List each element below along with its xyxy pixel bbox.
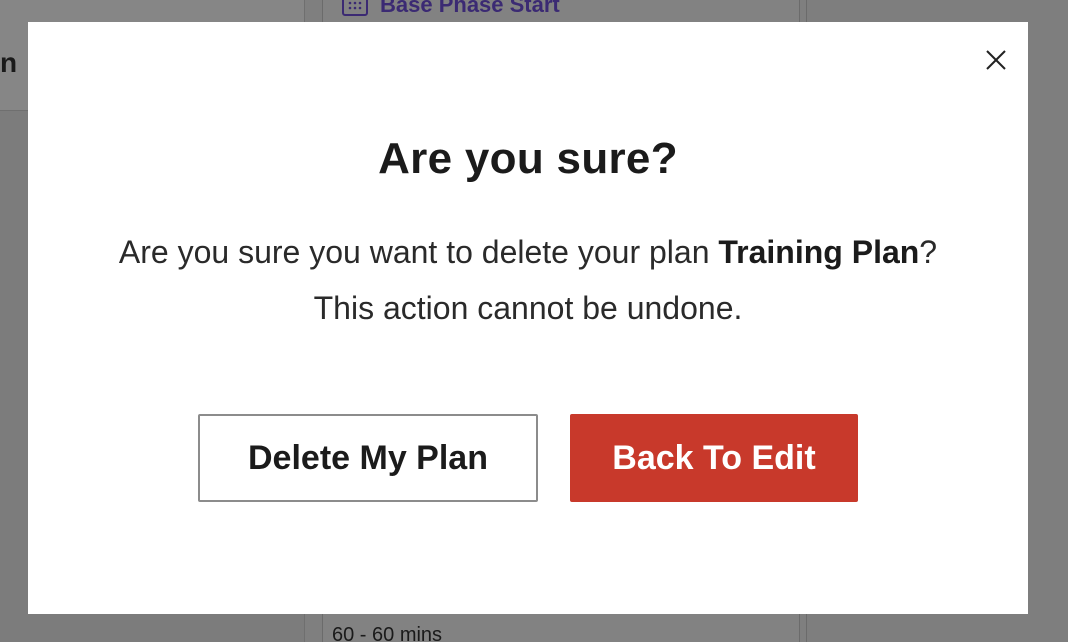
plan-name: Training Plan [718,234,920,270]
delete-plan-button[interactable]: Delete My Plan [198,414,538,502]
dialog-message-prefix: Are you sure you want to delete your pla… [118,234,719,270]
back-to-edit-button[interactable]: Back To Edit [570,414,858,502]
dialog-message: Are you sure you want to delete your pla… [118,224,938,336]
background-left-title: n [0,47,18,78]
dialog-title: Are you sure? [378,134,678,183]
app-stage: n Base Phase Start Intervals 60 - 60 min… [0,0,1068,642]
background-card-duration: 60 - 60 mins [332,624,443,642]
confirm-delete-dialog: Are you sure? Are you sure you want to d… [28,22,1028,614]
calendar-icon [342,0,368,16]
close-icon [986,50,1006,70]
background-card-title: Base Phase Start [380,0,560,17]
close-button[interactable] [984,48,1008,72]
